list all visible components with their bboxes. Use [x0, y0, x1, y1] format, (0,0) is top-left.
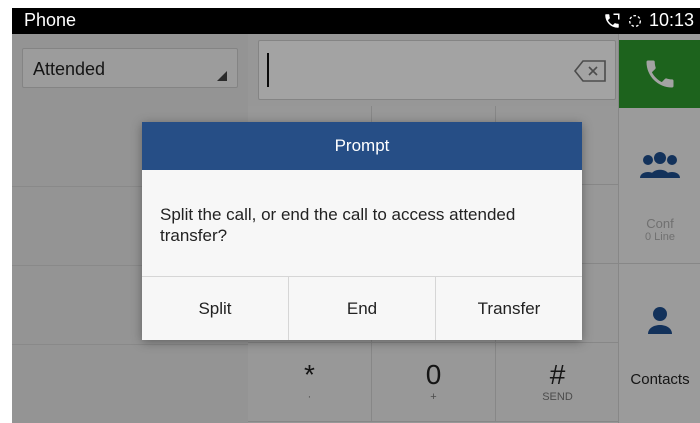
end-button[interactable]: End	[289, 277, 436, 340]
app-title: Phone	[24, 10, 77, 30]
key-sub: ·	[307, 391, 312, 403]
conference-label: Conf	[646, 216, 674, 231]
clock: 10:13	[648, 10, 694, 30]
status-bar: Phone 10:13	[12, 8, 700, 34]
conference-line-count: 0 Line	[645, 231, 675, 243]
dialog-header: Prompt	[142, 122, 582, 170]
backspace-icon[interactable]	[573, 59, 607, 83]
number-input[interactable]	[258, 40, 616, 100]
keypad-key-0[interactable]: 0 +	[372, 343, 496, 422]
divider	[12, 344, 248, 345]
key-digit: 0	[425, 359, 442, 390]
transfer-mode-value: Attended	[33, 59, 106, 79]
call-button[interactable]	[619, 40, 700, 108]
split-button[interactable]: Split	[142, 277, 289, 340]
key-digit: #	[549, 359, 566, 390]
sync-icon	[628, 14, 641, 27]
key-sub: +	[430, 391, 437, 403]
status-indicators: 10:13	[603, 10, 694, 31]
key-sub: SEND	[542, 391, 573, 403]
transfer-button[interactable]: Transfer	[436, 277, 582, 340]
contacts-label: Contacts	[630, 371, 690, 388]
text-cursor	[267, 53, 269, 87]
dialog-actions: Split End Transfer	[142, 276, 582, 340]
key-digit: *	[304, 359, 315, 390]
transfer-mode-select[interactable]: Attended	[22, 48, 238, 88]
phone-status-icon	[605, 13, 620, 28]
dialog-message: Split the call, or end the call to acces…	[160, 205, 516, 245]
keypad-key-star[interactable]: * ·	[248, 343, 372, 422]
conference-icon	[640, 152, 680, 178]
phone-icon	[646, 60, 674, 88]
dialog-title: Prompt	[334, 136, 390, 155]
conference-button[interactable]: Conf 0 Line	[619, 112, 700, 264]
contacts-button[interactable]: Contacts	[619, 265, 700, 423]
prompt-dialog: Prompt Split the call, or end the call t…	[142, 122, 582, 340]
right-panel: Conf 0 Line Contacts	[618, 34, 700, 423]
dropdown-caret-icon	[217, 71, 227, 81]
keypad-key-hash[interactable]: # SEND	[496, 343, 620, 422]
contact-icon	[648, 307, 672, 334]
